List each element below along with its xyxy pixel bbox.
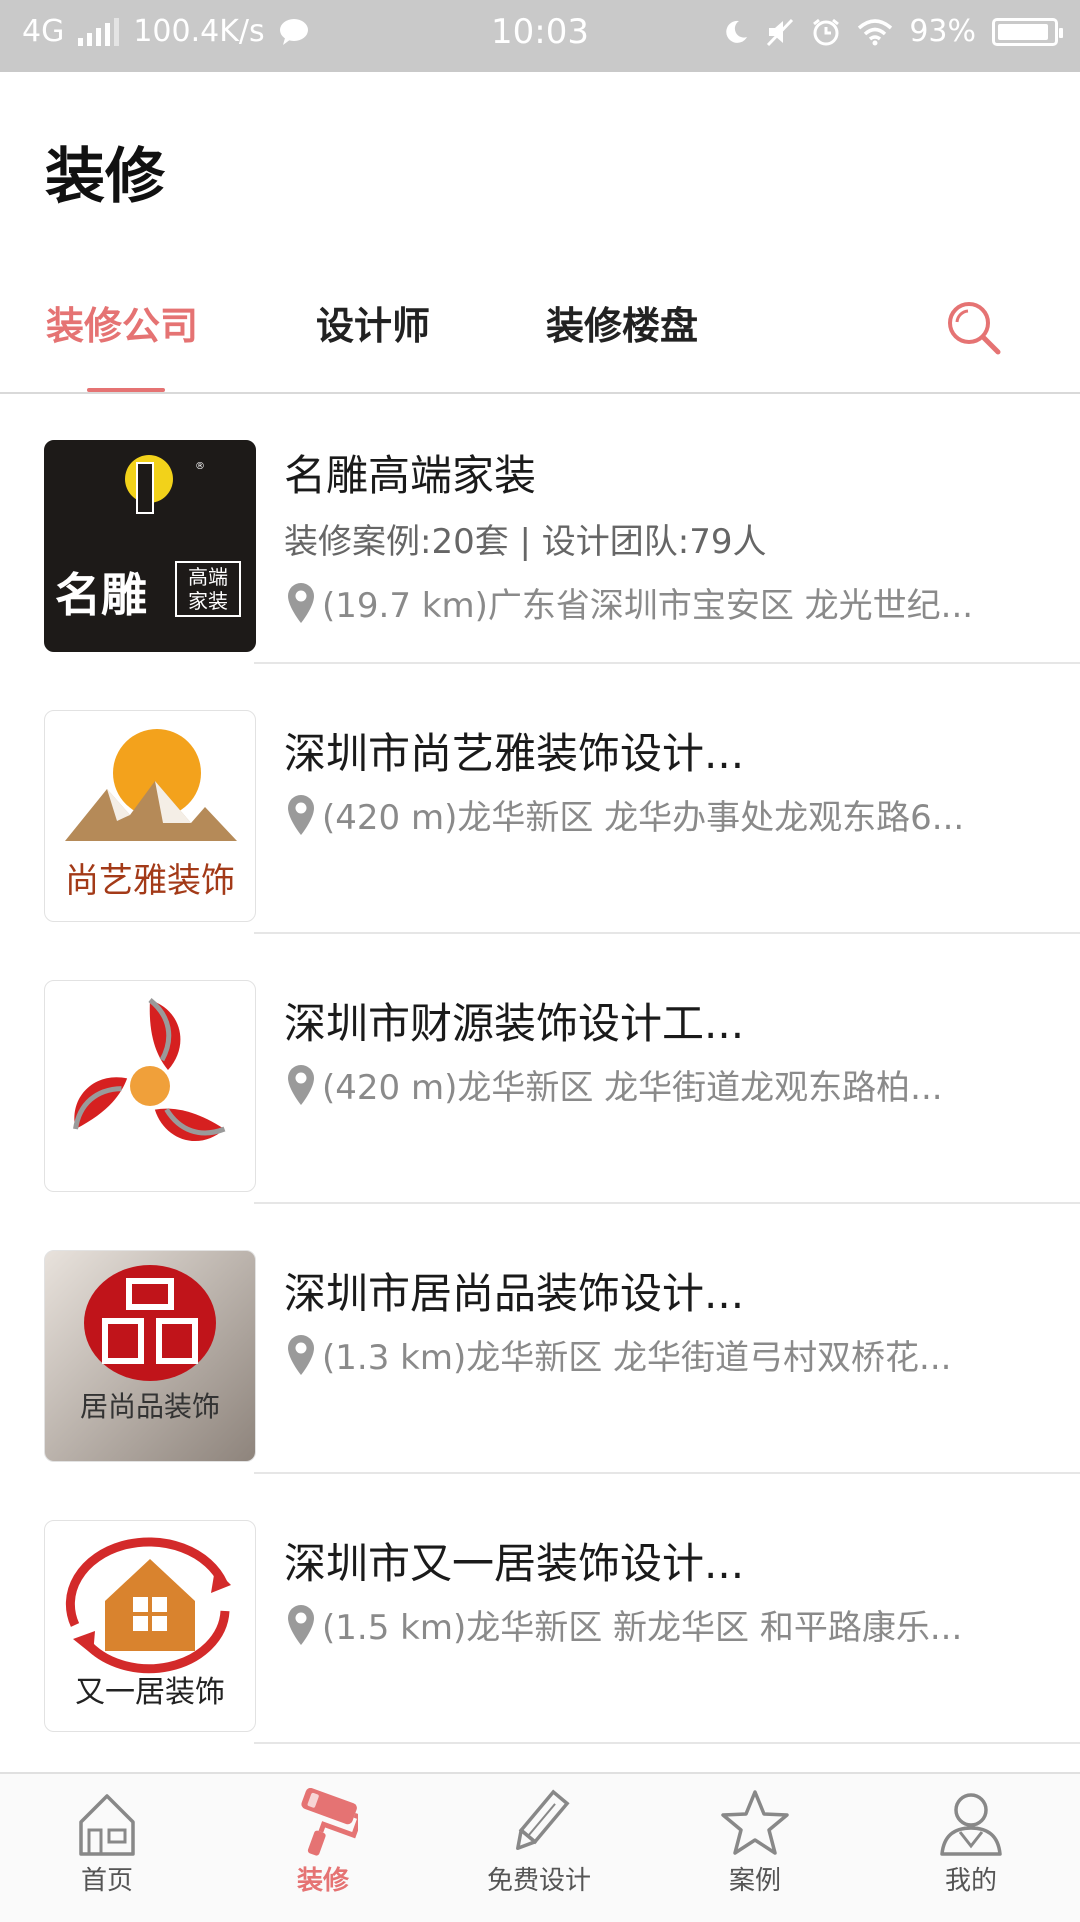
nav-label: 首页 — [80, 1866, 133, 1896]
company-stats: 装修案例:20套 | 设计团队:79人 — [284, 522, 767, 562]
nav-label: 免费设计 — [486, 1866, 591, 1896]
nav-decoration[interactable]: 装修 — [243, 1788, 403, 1897]
logo-side-text: 高端家装 — [175, 561, 241, 617]
mute-icon — [767, 18, 794, 46]
paint-roller-icon — [301, 1788, 358, 1856]
company-logo: 居尚品装饰 — [44, 1250, 256, 1462]
company-address: (420 m)龙华新区 龙华街道龙观东路柏... — [322, 1068, 943, 1108]
list-item[interactable]: 居尚品装饰 深圳市居尚品装饰设计... (1.3 km)龙华新区 龙华街道弓村双… — [0, 1204, 1080, 1474]
company-name: 深圳市尚艺雅装饰设计... — [284, 729, 745, 778]
list-item[interactable]: ® 名雕 高端家装 名雕高端家装 装修案例:20套 | 设计团队:79人 (19… — [0, 394, 1080, 664]
company-name: 名雕高端家装 — [284, 451, 537, 500]
tab-property[interactable]: 装修楼盘 — [546, 290, 698, 362]
location-pin-icon — [288, 1604, 314, 1645]
company-logo: 又一居装饰 — [44, 1520, 256, 1732]
nav-cases[interactable]: 案例 — [675, 1788, 835, 1897]
status-bar: 4G 100.4K/s 10:03 93% — [0, 0, 1080, 72]
search-button[interactable] — [944, 298, 1004, 358]
logo-main-text: 名雕 — [55, 568, 147, 622]
nav-mine[interactable]: 我的 — [891, 1788, 1051, 1897]
home-icon — [79, 1794, 135, 1856]
company-address-row: (420 m)龙华新区 龙华办事处龙观东路6... — [286, 790, 964, 839]
svg-text:®: ® — [195, 461, 205, 472]
tab-decoration-company[interactable]: 装修公司 — [46, 290, 198, 362]
company-address: (1.5 km)龙华新区 新龙华区 和平路康乐... — [322, 1608, 963, 1648]
nav-label: 案例 — [728, 1866, 781, 1896]
location-pin-icon — [288, 1334, 314, 1375]
company-address-row: (420 m)龙华新区 龙华街道龙观东路柏... — [286, 1060, 943, 1109]
list-item[interactable]: 又一居装饰 深圳市又一居装饰设计... (1.5 km)龙华新区 新龙华区 和平… — [0, 1474, 1080, 1744]
company-address-row: (1.3 km)龙华新区 龙华街道弓村双桥花... — [286, 1330, 951, 1379]
nav-label: 我的 — [944, 1866, 997, 1896]
company-address-row: (19.7 km)广东省深圳市宝安区 龙光世纪... — [286, 578, 973, 627]
row-divider — [254, 1742, 1080, 1744]
company-list: ® 名雕 高端家装 名雕高端家装 装修案例:20套 | 设计团队:79人 (19… — [0, 394, 1080, 1744]
company-name: 深圳市又一居装饰设计... — [284, 1539, 745, 1588]
list-item[interactable]: 尚艺雅装饰 深圳市尚艺雅装饰设计... (420 m)龙华新区 龙华办事处龙观东… — [0, 664, 1080, 934]
logo-image — [73, 998, 226, 1142]
company-address: (420 m)龙华新区 龙华办事处龙观东路6... — [322, 798, 965, 838]
company-name: 深圳市居尚品装饰设计... — [284, 1269, 745, 1318]
bottom-nav: 首页 装修 免费设计 案例 我的 — [0, 1772, 1080, 1922]
battery-percent: 93% — [909, 14, 976, 49]
logo-text: 居尚品装饰 — [79, 1390, 220, 1423]
company-address: (1.3 km)龙华新区 龙华街道弓村双桥花... — [322, 1338, 952, 1378]
company-logo: 尚艺雅装饰 — [44, 710, 256, 922]
alarm-icon — [813, 18, 840, 45]
location-pin-icon — [288, 794, 314, 835]
location-pin-icon — [288, 1064, 314, 1105]
logo-image — [84, 1265, 216, 1381]
nav-label: 装修 — [296, 1866, 349, 1896]
user-icon — [940, 1793, 1002, 1856]
company-logo — [44, 980, 256, 1192]
tab-bar: 装修公司 设计师 装修楼盘 — [0, 290, 1080, 394]
page-title: 装修 — [45, 142, 165, 212]
company-address-row: (1.5 km)龙华新区 新龙华区 和平路康乐... — [286, 1600, 962, 1649]
list-item[interactable]: 深圳市财源装饰设计工... (420 m)龙华新区 龙华街道龙观东路柏... — [0, 934, 1080, 1204]
nav-home[interactable]: 首页 — [27, 1788, 187, 1897]
wifi-icon — [858, 18, 893, 45]
location-pin-icon — [288, 582, 314, 623]
pencil-icon — [516, 1789, 570, 1851]
star-icon — [721, 1790, 789, 1855]
moon-icon — [726, 20, 748, 43]
company-address: (19.7 km)广东省深圳市宝安区 龙光世纪... — [322, 586, 974, 626]
logo-text: 尚艺雅装饰 — [65, 861, 235, 901]
search-icon — [948, 302, 1001, 355]
company-logo: ® 名雕 高端家装 — [44, 440, 256, 652]
battery-icon — [992, 17, 1063, 46]
tab-designer[interactable]: 设计师 — [316, 290, 430, 362]
logo-text: 又一居装饰 — [75, 1675, 225, 1710]
company-name: 深圳市财源装饰设计工... — [284, 999, 745, 1048]
nav-free-design[interactable]: 免费设计 — [459, 1788, 619, 1897]
